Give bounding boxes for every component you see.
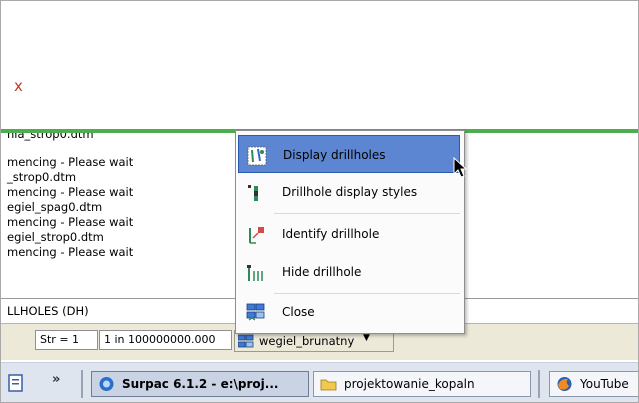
surpac-icon: [99, 377, 114, 391]
menu-item-identify-drillhole[interactable]: Identify drillhole: [238, 215, 460, 253]
identify-drillhole-icon: [249, 227, 264, 244]
menu-item-label: Drillhole display styles: [282, 185, 418, 199]
string-field[interactable]: Str = 1: [35, 330, 98, 350]
mouse-pointer-icon: [453, 157, 468, 178]
log-line: mencing - Please wait: [7, 245, 134, 259]
taskbar-item-folder[interactable]: projektowanie_kopaln: [313, 371, 531, 397]
menu-item-label: Close: [282, 305, 315, 319]
menu-item-hide-drillhole[interactable]: Hide drillhole: [238, 253, 460, 291]
folder-icon: [320, 379, 337, 391]
log-line: egiel_strop0.dtm: [7, 230, 104, 244]
log-line: mencing - Please wait: [7, 155, 134, 169]
menu-item-display-drillholes[interactable]: Display drillholes: [238, 135, 460, 173]
surpac-window: x nia_strop0.dtm mencing - Please wait _…: [0, 0, 639, 403]
taskbar-separator: [538, 370, 540, 398]
menu-item-close[interactable]: Close: [238, 293, 460, 331]
taskbar-overflow-chevron[interactable]: »: [52, 372, 60, 387]
taskbar-item-label: YouTube: [580, 377, 629, 391]
taskbar-item-youtube[interactable]: YouTube: [549, 371, 638, 397]
hide-drillhole-icon: [247, 265, 263, 281]
chevron-down-icon[interactable]: ▼: [363, 333, 370, 343]
log-line: mencing - Please wait: [7, 215, 134, 229]
firefox-icon: [557, 377, 572, 391]
log-line: egiel_spag0.dtm: [7, 200, 103, 214]
taskbar-item-label: projektowanie_kopaln: [344, 377, 475, 391]
display-drillholes-icon: [247, 146, 267, 166]
canvas-marker: x: [14, 77, 23, 95]
scale-field[interactable]: 1 in 100000000.000: [99, 330, 232, 350]
taskbar-separator: [81, 370, 83, 398]
menu-item-label: Display drillholes: [283, 148, 386, 162]
drillhole-context-menu: Display drillholes Drillhole display sty…: [235, 130, 465, 334]
command-text: LLHOLES (DH): [7, 304, 89, 318]
menu-item-label: Identify drillhole: [282, 227, 380, 241]
close-layers-icon: [246, 303, 265, 321]
taskbar-item-surpac[interactable]: Surpac 6.1.2 - e:\proj...: [91, 371, 309, 397]
log-line: nia_strop0.dtm: [7, 133, 94, 141]
layer-name: wegiel_brunatny: [259, 334, 355, 348]
document-icon[interactable]: [8, 374, 24, 392]
taskbar-item-label: Surpac 6.1.2 - e:\proj...: [122, 377, 279, 391]
menu-separator: [274, 213, 460, 214]
windows-taskbar: » Surpac 6.1.2 - e:\proj... projektowani…: [1, 362, 638, 402]
log-line: _strop0.dtm: [7, 170, 77, 184]
menu-item-drillhole-display-styles[interactable]: Drillhole display styles: [238, 173, 460, 211]
log-line: mencing - Please wait: [7, 185, 134, 199]
graphics-canvas[interactable]: x: [1, 1, 638, 129]
drillhole-styles-icon: [248, 185, 258, 201]
layer-icon: [238, 334, 254, 348]
menu-item-label: Hide drillhole: [282, 265, 362, 279]
